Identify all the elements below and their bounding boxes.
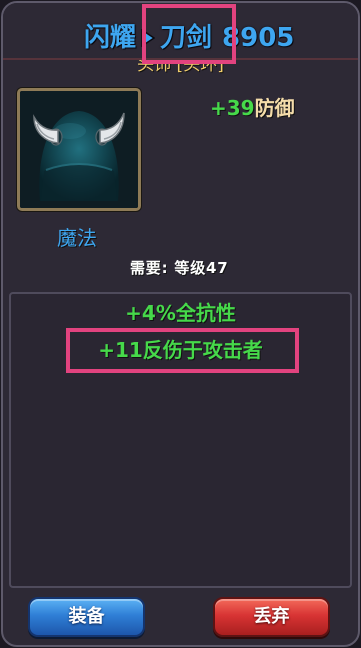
affix-value: +4% [125, 301, 176, 325]
item-power: 8905 [222, 23, 295, 53]
helmet-visor [41, 165, 117, 201]
affix-label: 反伤于攻击者 [142, 338, 263, 362]
main-stat-value: +39 [210, 96, 255, 120]
horned-helmet-icon [20, 91, 138, 208]
level-requirement: 需要: 等级47 [130, 259, 229, 277]
item-icon-frame [17, 88, 141, 211]
item-quality-prefix: 闪耀 [84, 23, 137, 53]
item-name: 刀剑 [160, 23, 213, 53]
affix-label: 全抗性 [175, 301, 236, 325]
main-stat: +39防御 [210, 95, 295, 121]
item-title: 闪耀 刀剑 8905 [84, 22, 294, 54]
equip-button[interactable]: 装备 [28, 597, 145, 637]
item-type: 魔法 [57, 226, 97, 250]
discard-button[interactable]: 丢弃 [213, 597, 330, 637]
affix-value: +11 [98, 338, 143, 362]
affix-line: +4%全抗性 [0, 300, 361, 326]
main-stat-label: 防御 [254, 96, 295, 120]
triangle-right-icon [141, 29, 156, 47]
affix-line: +11反伤于攻击者 [0, 337, 361, 363]
